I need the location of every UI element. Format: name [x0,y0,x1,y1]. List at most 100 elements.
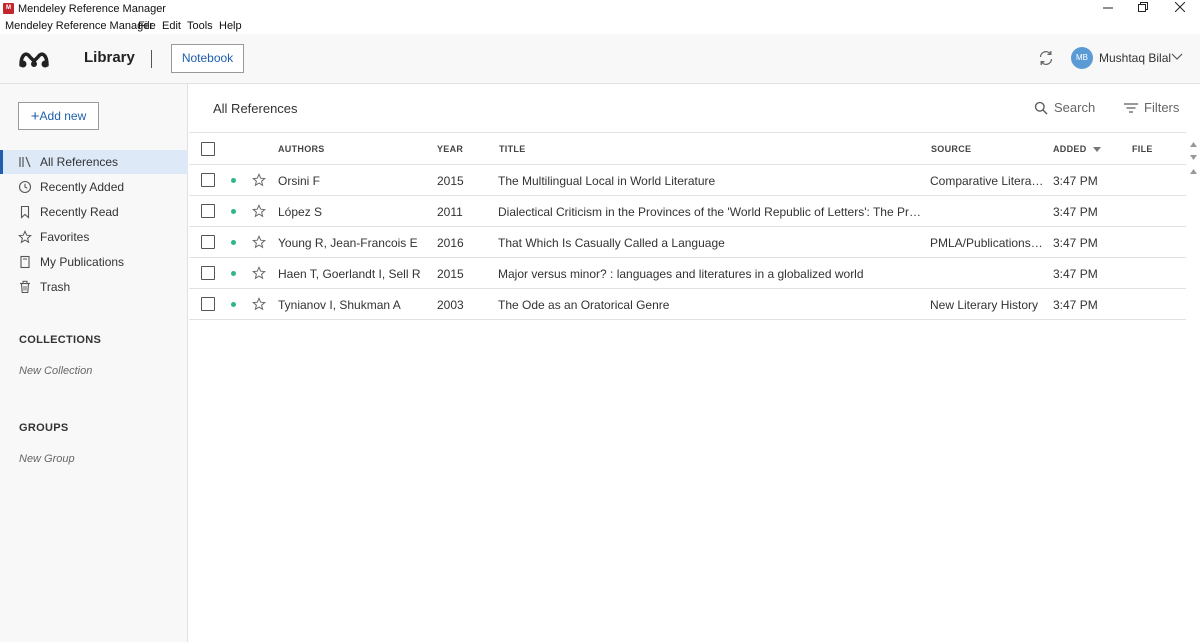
row-checkbox[interactable] [201,266,215,280]
menu-file[interactable]: File [138,20,156,32]
scroll-up-icon[interactable] [1190,169,1197,174]
column-year[interactable]: YEAR [437,144,463,154]
chevron-down-icon[interactable] [1171,51,1183,61]
new-collection-link[interactable]: New Collection [19,365,92,377]
window-title: Mendeley Reference Manager [18,3,166,15]
notebook-button[interactable]: Notebook [171,44,244,73]
menu-app[interactable]: Mendeley Reference Manager [5,20,153,32]
user-avatar[interactable]: MB [1071,47,1093,69]
column-source[interactable]: SOURCE [931,144,971,154]
library-icon [19,156,31,168]
unread-indicator [231,240,236,245]
add-new-button[interactable]: +Add new [18,102,99,130]
window-titlebar: M Mendeley Reference Manager [0,0,1200,18]
row-checkbox[interactable] [201,173,215,187]
groups-heading: GROUPS [19,422,69,434]
favorite-star-icon[interactable] [252,173,266,187]
cell-title: The Multilingual Local in World Literatu… [498,174,716,188]
table-row[interactable]: Young R, Jean-Francois E 2016 That Which I… [189,227,1186,258]
cell-year: 2016 [437,236,464,250]
favorite-star-icon[interactable] [252,235,266,249]
menu-bar: Mendeley Reference Manager File Edit Too… [0,18,1200,34]
add-new-label: Add new [39,109,87,123]
row-checkbox[interactable] [201,297,215,311]
table-row[interactable]: Orsini F 2015 The Multilingual Local in Wo… [189,165,1186,196]
restore-button[interactable] [1123,0,1163,18]
close-button[interactable] [1160,0,1200,18]
sidebar-item-label: Favorites [40,230,90,244]
table-row[interactable]: Haen T, Goerlandt I, Sell R 2015 Major ver… [189,258,1186,289]
sidebar-item-label: My Publications [40,255,125,269]
cell-title: Major versus minor? : languages and lite… [498,267,864,281]
row-checkbox[interactable] [201,204,215,218]
cell-added: 3:47 PM [1053,174,1098,188]
cell-authors: Tynianov I, Shukman A [278,298,401,312]
cell-added: 3:47 PM [1053,205,1098,219]
vertical-scrollbar[interactable] [1187,132,1200,642]
sidebar: +Add new All References Recently Added R… [0,84,188,642]
unread-indicator [231,209,236,214]
table-row[interactable]: Tynianov I, Shukman A 2003 The Ode as an O… [189,289,1186,320]
page-title: All References [213,101,298,116]
app-header: Library Notebook MB Mushtaq Bilal [0,34,1200,84]
cell-year: 2003 [437,298,464,312]
scroll-up-icon[interactable] [1190,142,1197,147]
column-file[interactable]: FILE [1132,144,1153,154]
sidebar-item-label: All References [40,155,119,169]
sidebar-item-recently-read[interactable]: Recently Read [0,200,188,224]
cell-source: PMLA/Publications … [930,236,1045,250]
menu-edit[interactable]: Edit [162,20,181,32]
menu-tools[interactable]: Tools [187,20,213,32]
select-all-checkbox[interactable] [201,142,215,156]
column-added[interactable]: ADDED [1053,144,1087,154]
app-logo-icon: M [3,3,14,14]
search-label: Search [1054,100,1096,115]
cell-source: Comparative Literat… [930,174,1045,188]
library-title[interactable]: Library [84,49,135,66]
sidebar-item-trash[interactable]: Trash [0,275,188,299]
favorite-star-icon[interactable] [252,297,266,311]
cell-added: 3:47 PM [1053,267,1098,281]
sync-icon[interactable] [1037,49,1055,67]
favorite-star-icon[interactable] [252,204,266,218]
column-title[interactable]: TITLE [499,144,526,154]
table-row[interactable]: López S 2011 Dialectical Criticism in the … [189,196,1186,227]
column-authors[interactable]: AUTHORS [278,144,325,154]
cell-year: 2011 [437,205,463,219]
sidebar-item-favorites[interactable]: Favorites [0,225,188,249]
collections-heading: COLLECTIONS [19,334,102,346]
minimize-button[interactable] [1088,0,1128,18]
cell-authors: Orsini F [278,174,320,188]
sidebar-item-label: Trash [40,280,71,294]
cell-authors: López S [278,205,323,219]
publication-icon [20,255,30,269]
cell-title: That Which Is Casually Called a Language [498,236,725,250]
unread-indicator [231,302,236,307]
bookmark-icon [20,205,30,219]
cell-added: 3:47 PM [1053,298,1098,312]
sidebar-item-recently-added[interactable]: Recently Added [0,175,188,199]
header-divider [151,50,152,68]
user-name[interactable]: Mushtaq Bilal [1099,51,1171,65]
row-checkbox[interactable] [201,235,215,249]
star-icon [18,230,32,244]
cell-authors: Young R, Jean-Francois E [278,236,418,250]
unread-indicator [231,271,236,276]
trash-icon [20,280,30,294]
scroll-down-icon[interactable] [1190,155,1197,160]
filters-label: Filters [1144,100,1180,115]
cell-authors: Haen T, Goerlandt I, Sell R [278,267,421,281]
new-group-link[interactable]: New Group [19,453,75,465]
minimize-icon [1103,7,1113,9]
sidebar-item-my-publications[interactable]: My Publications [0,250,188,274]
menu-help[interactable]: Help [219,20,242,32]
cell-title: Dialectical Criticism in the Provinces o… [498,205,923,219]
sidebar-item-label: Recently Added [40,180,125,194]
sidebar-item-all-references[interactable]: All References [0,150,188,174]
sidebar-item-label: Recently Read [40,205,119,219]
mendeley-logo-icon [19,52,49,68]
close-icon [1174,1,1186,13]
favorite-star-icon[interactable] [252,266,266,280]
table-header: AUTHORS YEAR TITLE SOURCE ADDED FILE [189,132,1186,165]
sort-descending-icon[interactable] [1093,147,1101,152]
